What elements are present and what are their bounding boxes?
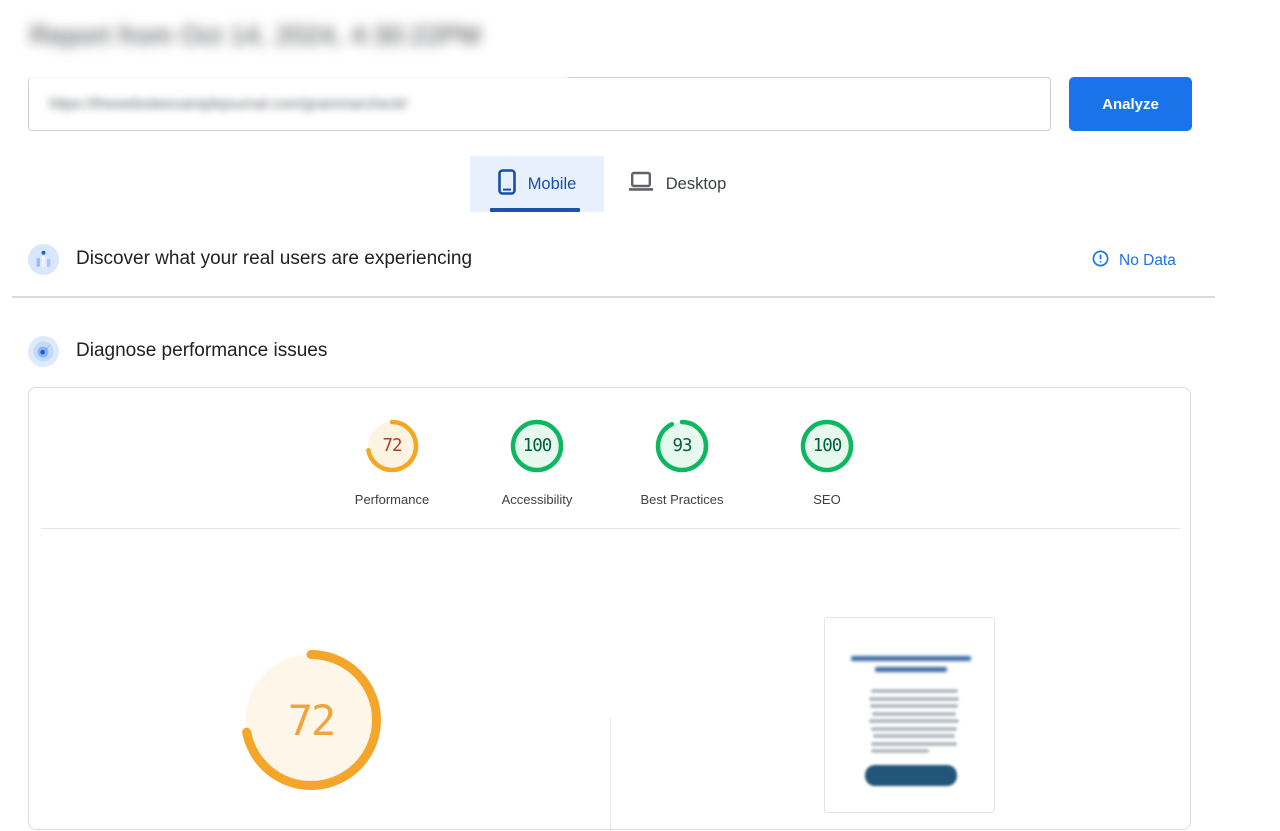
score-gauge-performance[interactable]: 72 Performance [320,417,465,507]
analyze-button[interactable]: Analyze [1069,77,1192,131]
tab-mobile[interactable]: Mobile [470,156,604,212]
section-divider [12,296,1215,298]
smartphone-icon [497,168,516,200]
gauge-label: SEO [813,492,841,507]
gauge-value: 93 [672,436,692,456]
gauge-value: 100 [812,436,843,456]
category-scores-row: 72 Performance 100 Accessibility 93 Best Prac… [29,388,1190,507]
score-gauge-seo[interactable]: 100 SEO [755,417,900,507]
real-users-icon [28,244,59,280]
diagnose-gauge-icon [28,336,59,372]
gauge-label: Accessibility [501,492,573,507]
blurred-text-line [869,696,959,701]
lab-data-section-title: Diagnose performance issues [76,340,328,361]
blurred-heading-line [851,656,971,661]
gauge-label: Performance [354,492,430,507]
alert-circle-icon [1092,250,1109,272]
page-screenshot-thumbnail [824,617,995,813]
blurred-text-line [871,741,957,746]
blurred-text-line [870,689,958,693]
performance-score-gauge: 72 [236,645,386,795]
blurred-text-line [871,749,929,753]
gauge-value: 72 [287,695,337,745]
url-value-blurred: https://thewebsiteexamplejournal.com/gra… [49,95,408,113]
vertical-divider [610,718,611,831]
gauge-label: Best Practices [640,492,724,507]
blurred-text-line [871,726,957,731]
gauge-value: 100 [522,436,553,456]
report-title-blurred: Report from Oct 14, 2024, 4:30:22PM [30,20,482,50]
blur-smudge [29,74,569,80]
laptop-icon [628,171,654,197]
url-input[interactable]: https://thewebsiteexamplejournal.com/gra… [28,77,1051,131]
blurred-text-line [873,734,955,738]
tab-mobile-label: Mobile [527,174,577,193]
blurred-heading-line [875,667,947,672]
card-divider [41,528,1180,529]
score-gauge-accessibility[interactable]: 100 Accessibility [465,417,610,507]
blurred-text-line [870,704,958,708]
no-data-label: No Data [1119,252,1176,269]
field-data-section-title: Discover what your real users are experi… [76,248,473,269]
active-tab-underline [490,208,580,212]
tab-desktop[interactable]: Desktop [612,156,742,212]
gauge-value: 72 [382,436,402,456]
blurred-text-line [869,719,959,723]
blurred-text-line [872,711,956,716]
tab-desktop-label: Desktop [665,174,727,193]
blurred-cta-button [865,765,957,786]
no-data-status[interactable]: No Data [1092,250,1176,272]
lighthouse-report-card: 72 Performance 100 Accessibility 93 Best Prac… [28,387,1191,831]
score-gauge-best-practices[interactable]: 93 Best Practices [610,417,755,507]
